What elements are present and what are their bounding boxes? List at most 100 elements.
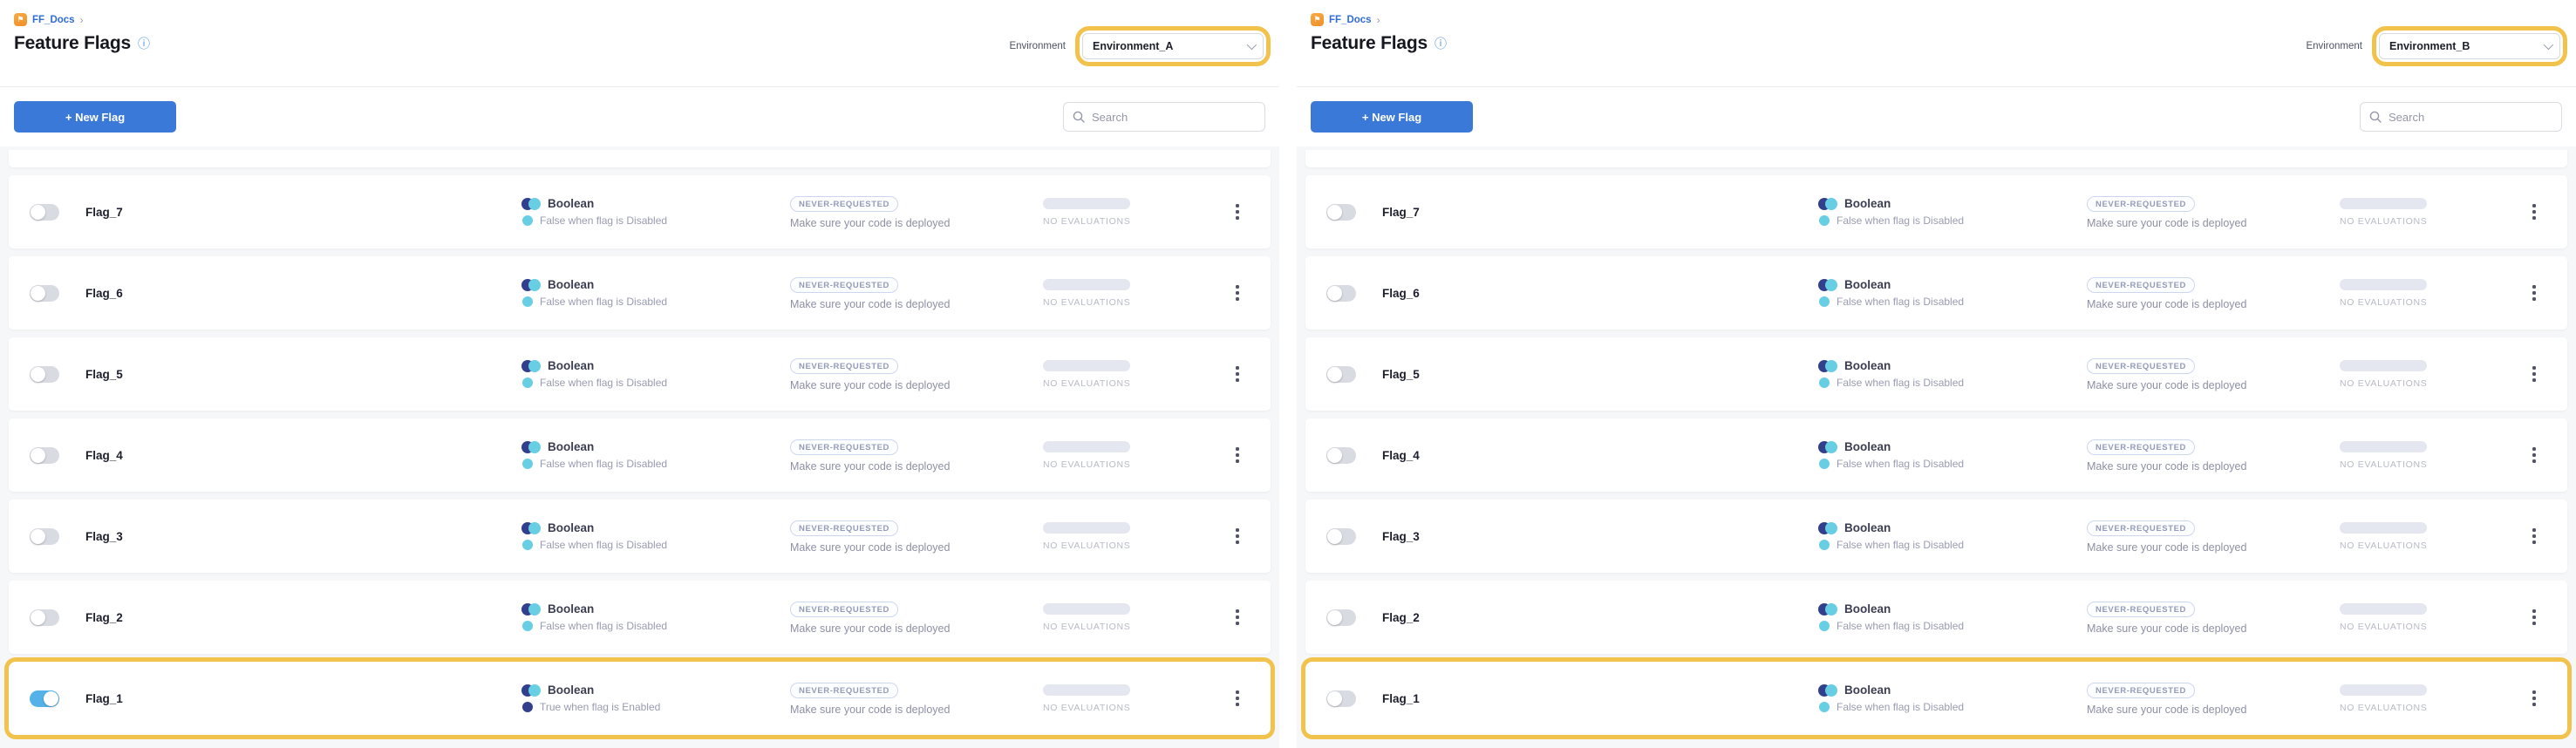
flag-status-cell: NEVER-REQUESTED Make sure your code is d… <box>790 601 1043 635</box>
flag-toggle[interactable] <box>30 285 59 302</box>
flag-status-cell: NEVER-REQUESTED Make sure your code is d… <box>2087 439 2340 473</box>
status-message: Make sure your code is deployed <box>790 379 1043 391</box>
clipped-row-above <box>9 150 1271 167</box>
boolean-type-icon <box>521 198 541 210</box>
toggle-knob <box>1327 529 1342 544</box>
flag-row[interactable]: Flag_6 Boolean False when flag is Disabl… <box>1305 256 2567 330</box>
kebab-menu-icon[interactable] <box>2529 525 2539 547</box>
kebab-menu-icon[interactable] <box>1232 363 1243 385</box>
flag-variation-label: False when flag is Disabled <box>540 377 667 389</box>
variation-dot-icon <box>522 702 533 712</box>
evaluations-bar <box>2340 360 2427 371</box>
flag-row[interactable]: Flag_5 Boolean False when flag is Disabl… <box>1305 337 2567 411</box>
kebab-menu-icon[interactable] <box>1232 444 1243 466</box>
flag-toggle[interactable] <box>1326 366 1356 383</box>
flag-variation-label: False when flag is Disabled <box>540 458 667 470</box>
search-input[interactable] <box>1092 111 1256 124</box>
flag-type-cell: Boolean False when flag is Disabled <box>521 359 790 389</box>
boolean-type-icon <box>521 684 541 697</box>
kebab-menu-icon[interactable] <box>1232 606 1243 629</box>
status-badge: NEVER-REQUESTED <box>790 196 898 212</box>
flag-toggle[interactable] <box>30 447 59 464</box>
flag-toggle[interactable] <box>30 690 59 707</box>
environment-select[interactable]: Environment_A <box>1082 33 1264 59</box>
flag-row[interactable]: Flag_7 Boolean False when flag is Disabl… <box>9 175 1271 248</box>
kebab-menu-icon[interactable] <box>1232 201 1243 223</box>
flag-name: Flag_5 <box>1382 368 1818 381</box>
info-icon[interactable]: ⓘ <box>1435 37 1447 50</box>
flag-toggle[interactable] <box>1326 690 1356 707</box>
flag-variation-label: False when flag is Disabled <box>1837 539 1964 551</box>
flag-row[interactable]: Flag_3 Boolean False when flag is Disabl… <box>9 500 1271 573</box>
flag-row[interactable]: Flag_2 Boolean False when flag is Disabl… <box>1305 581 2567 654</box>
breadcrumb-separator: › <box>80 14 84 26</box>
toggle-knob <box>31 367 45 382</box>
flag-type-cell: Boolean False when flag is Disabled <box>1818 602 2087 632</box>
evaluations-label: NO EVALUATIONS <box>1043 703 1223 713</box>
flag-toggle[interactable] <box>30 366 59 383</box>
environment-selector-block: Environment Environment_B <box>2306 26 2567 66</box>
flag-evaluations-cell: NO EVALUATIONS <box>1043 603 1223 632</box>
variation-dot-icon <box>1819 215 1830 226</box>
flag-type-cell: Boolean False when flag is Disabled <box>1818 683 2087 713</box>
info-icon[interactable]: ⓘ <box>138 37 150 50</box>
status-message: Make sure your code is deployed <box>2087 460 2340 473</box>
status-message: Make sure your code is deployed <box>790 622 1043 635</box>
flag-variation-label: False when flag is Disabled <box>540 539 667 551</box>
kebab-menu-icon[interactable] <box>1232 282 1243 304</box>
new-flag-button[interactable]: + New Flag <box>14 101 176 133</box>
flag-row[interactable]: Flag_7 Boolean False when flag is Disabl… <box>1305 175 2567 248</box>
environment-select[interactable]: Environment_B <box>2379 33 2560 59</box>
status-message: Make sure your code is deployed <box>2087 217 2340 229</box>
side-by-side-comparison: ⚑ FF_Docs › Feature Flags ⓘ Environment … <box>0 0 2576 748</box>
toggle-knob <box>1327 448 1342 463</box>
flag-row[interactable]: Flag_1 Boolean False when flag is Disabl… <box>1305 662 2567 735</box>
flag-variation-label: False when flag is Disabled <box>1837 458 1964 470</box>
search-input[interactable] <box>2389 111 2552 124</box>
breadcrumb-project-link[interactable]: FF_Docs <box>32 15 75 25</box>
kebab-menu-icon[interactable] <box>2529 444 2539 466</box>
flag-row[interactable]: Flag_1 Boolean True when flag is Enabled… <box>9 662 1271 735</box>
flag-toggle[interactable] <box>30 609 59 626</box>
flag-row[interactable]: Flag_2 Boolean False when flag is Disabl… <box>9 581 1271 654</box>
annotation-highlight-environment: Environment_B <box>2372 26 2567 66</box>
flag-evaluations-cell: NO EVALUATIONS <box>1043 684 1223 713</box>
flag-toggle[interactable] <box>1326 285 1356 302</box>
flag-type-label: Boolean <box>548 440 594 453</box>
flag-toggle[interactable] <box>30 528 59 545</box>
breadcrumb-project-link[interactable]: FF_Docs <box>1329 15 1372 25</box>
new-flag-button[interactable]: + New Flag <box>1311 101 1473 133</box>
kebab-menu-icon[interactable] <box>2529 606 2539 629</box>
flag-toggle[interactable] <box>30 204 59 221</box>
flag-type-cell: Boolean False when flag is Disabled <box>521 440 790 470</box>
kebab-menu-icon[interactable] <box>2529 282 2539 304</box>
toggle-knob <box>1327 286 1342 301</box>
flag-name: Flag_3 <box>1382 530 1818 543</box>
toggle-knob <box>1327 367 1342 382</box>
status-message: Make sure your code is deployed <box>790 298 1043 310</box>
flag-name: Flag_2 <box>1382 611 1818 624</box>
flag-status-cell: NEVER-REQUESTED Make sure your code is d… <box>2087 195 2340 229</box>
breadcrumb: ⚑ FF_Docs › <box>1311 12 2562 27</box>
kebab-menu-icon[interactable] <box>1232 687 1243 710</box>
kebab-menu-icon[interactable] <box>2529 363 2539 385</box>
flag-toggle[interactable] <box>1326 528 1356 545</box>
flag-row[interactable]: Flag_4 Boolean False when flag is Disabl… <box>9 418 1271 492</box>
feature-flags-panel-environment-a: ⚑ FF_Docs › Feature Flags ⓘ Environment … <box>0 0 1279 748</box>
status-badge: NEVER-REQUESTED <box>790 602 898 617</box>
boolean-type-icon <box>521 360 541 372</box>
flag-evaluations-cell: NO EVALUATIONS <box>2340 684 2519 713</box>
status-message: Make sure your code is deployed <box>2087 541 2340 554</box>
flag-toggle[interactable] <box>1326 609 1356 626</box>
flag-row[interactable]: Flag_6 Boolean False when flag is Disabl… <box>9 256 1271 330</box>
kebab-menu-icon[interactable] <box>2529 201 2539 223</box>
flag-row[interactable]: Flag_3 Boolean False when flag is Disabl… <box>1305 500 2567 573</box>
flag-toggle[interactable] <box>1326 447 1356 464</box>
flag-toggle[interactable] <box>1326 204 1356 221</box>
evaluations-label: NO EVALUATIONS <box>1043 378 1223 389</box>
kebab-menu-icon[interactable] <box>1232 525 1243 547</box>
flag-row[interactable]: Flag_4 Boolean False when flag is Disabl… <box>1305 418 2567 492</box>
kebab-menu-icon[interactable] <box>2529 687 2539 710</box>
flag-row[interactable]: Flag_5 Boolean False when flag is Disabl… <box>9 337 1271 411</box>
flag-evaluations-cell: NO EVALUATIONS <box>2340 198 2519 227</box>
